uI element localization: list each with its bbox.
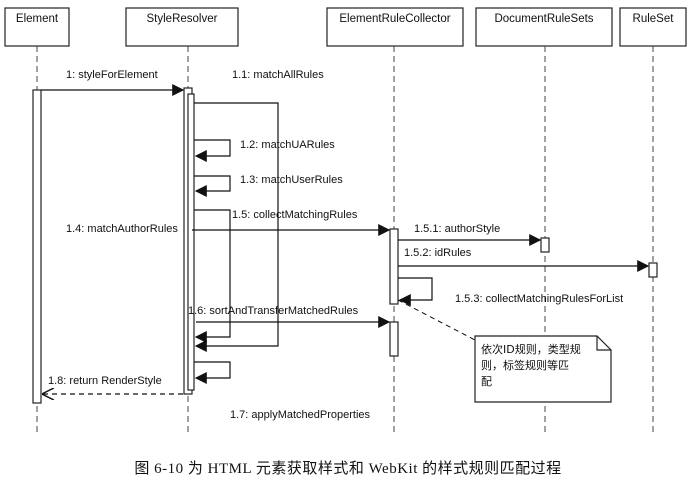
lifeline-element: Element [4,7,70,47]
message-collect-matching-rules-for-list [398,277,433,306]
sequence-diagram: Element StyleResolver ElementRuleCollect… [4,7,687,432]
figure-caption: 图 6-10 为 HTML 元素获取样式和 WebKit 的样式规则匹配过程 [134,461,562,477]
lifeline-document-rule-sets: DocumentRuleSets [475,7,613,47]
note-line-1: 依次ID规则，类型规 [481,342,581,356]
label-collect-matching-rules: 1.5: collectMatchingRules [232,209,358,221]
lifeline-element-rule-collector: ElementRuleCollector [326,7,464,47]
lifeline-style-resolver-label: StyleResolver [147,13,218,25]
lifeline-document-rule-sets-label: DocumentRuleSets [494,13,593,25]
lifeline-rule-set: RuleSet [619,7,687,47]
label-author-style: 1.5.1: authorStyle [414,223,500,235]
label-style-for-element: 1: styleForElement [66,69,158,81]
note-box: 依次ID规则，类型规 则，标签规则等匹 配 [474,335,612,403]
label-match-author-rules: 1.4: matchAuthorRules [66,223,178,235]
activation-collector-1 [389,228,399,305]
message-collect-matching-rules-loop [194,209,231,343]
message-match-user-rules [194,175,231,197]
label-collect-matching-rules-for-list: 1.5.3: collectMatchingRulesForList [455,293,623,305]
label-match-user-rules: 1.3: matchUserRules [240,174,343,186]
activation-style-resolver-nested [187,93,195,391]
label-return-render-style: 1.8: return RenderStyle [48,375,162,387]
activation-rule-set [648,262,658,278]
lifeline-rule-set-label: RuleSet [633,13,675,25]
note-line-3: 配 [481,375,492,388]
lifeline-style-resolver: StyleResolver [125,7,239,47]
label-id-rules: 1.5.2: idRules [404,247,472,259]
activation-document-rule-sets [540,237,550,253]
note-connector [397,299,476,341]
lifeline-element-label: Element [16,13,59,25]
message-apply-matched-properties [194,361,231,384]
label-match-all-rules: 1.1: matchAllRules [232,69,324,81]
activation-collector-2 [389,321,399,357]
message-match-ua-rules [194,139,231,162]
note-line-2: 则，标签规则等匹 [481,358,569,372]
label-apply-matched-properties: 1.7: applyMatchedProperties [230,409,371,421]
label-sort-and-transfer: 1.6: sortAndTransferMatchedRules [188,305,359,317]
activation-element [32,89,42,404]
lifeline-element-rule-collector-label: ElementRuleCollector [339,13,450,25]
label-match-ua-rules: 1.2: matchUARules [240,139,335,151]
